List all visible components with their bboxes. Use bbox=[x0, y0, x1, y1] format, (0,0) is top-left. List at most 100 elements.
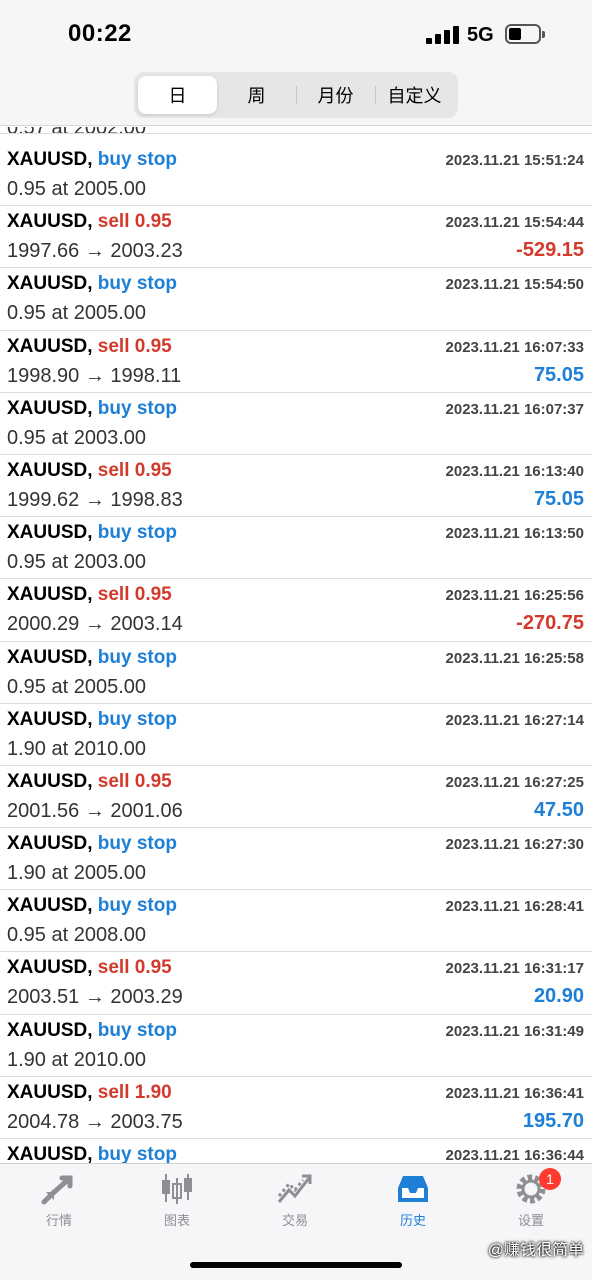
order-action: sell 0.95 bbox=[97, 770, 172, 792]
symbol: XAUUSD, bbox=[7, 770, 93, 792]
order-description: 1997.66 → 2003.23 bbox=[7, 240, 183, 263]
order-description: 0.95 at 2005.00 bbox=[7, 675, 147, 698]
order-time: 2023.11.21 16:27:30 bbox=[445, 836, 584, 854]
list-item[interactable]: XAUUSD, buy stop 2023.11.21 16:36:44 bbox=[0, 1139, 592, 1163]
period-segmented-control: 日 周 月份 自定义 bbox=[134, 72, 458, 118]
order-description: 0.95 at 2003.00 bbox=[7, 426, 147, 449]
order-action: buy stop bbox=[97, 646, 177, 668]
order-title: XAUUSD, sell 0.95 bbox=[7, 460, 172, 482]
watermark: @赚钱很简单 bbox=[487, 1242, 584, 1259]
list-item[interactable]: XAUUSD, sell 0.95 2023.11.21 16:13:40 1999… bbox=[0, 455, 592, 518]
trade-chart-icon bbox=[277, 1174, 312, 1203]
order-title: XAUUSD, buy stop bbox=[7, 833, 177, 855]
list-item[interactable]: XAUUSD, buy stop 2023.11.21 15:51:24 0.95 … bbox=[0, 144, 592, 207]
symbol: XAUUSD, bbox=[7, 211, 93, 233]
list-item[interactable]: XAUUSD, buy stop 2023.11.21 16:31:49 1.90 … bbox=[0, 1015, 592, 1077]
tab-week[interactable]: 周 bbox=[217, 76, 296, 114]
symbol: XAUUSD, bbox=[7, 708, 93, 730]
nav-history[interactable]: 历史 bbox=[368, 1172, 458, 1229]
profit-value: -270.75 bbox=[516, 612, 584, 635]
network-type: 5G bbox=[467, 24, 494, 46]
symbol: XAUUSD, bbox=[7, 646, 93, 668]
order-description: 2001.56 → 2001.06 bbox=[7, 799, 183, 822]
nav-quotes[interactable]: 行情 bbox=[14, 1172, 104, 1229]
list-item[interactable]: XAUUSD, sell 0.95 2023.11.21 16:31:17 2003… bbox=[0, 952, 592, 1015]
profit-value: -529.15 bbox=[516, 239, 584, 262]
order-title: XAUUSD, sell 0.95 bbox=[7, 211, 172, 233]
home-indicator bbox=[190, 1262, 402, 1268]
order-time: 2023.11.21 16:27:25 bbox=[445, 773, 584, 791]
list-item[interactable]: XAUUSD, buy stop 2023.11.21 16:27:30 1.90 … bbox=[0, 828, 592, 891]
list-item[interactable]: XAUUSD, sell 0.95 2023.11.21 16:27:25 2001… bbox=[0, 766, 592, 829]
order-description: 0.95 at 2005.00 bbox=[7, 302, 147, 325]
order-title: XAUUSD, buy stop bbox=[7, 895, 177, 917]
profit-value: 195.70 bbox=[522, 1109, 584, 1132]
order-description: 0.95 at 2005.00 bbox=[7, 178, 147, 200]
symbol: XAUUSD, bbox=[7, 522, 93, 544]
profit-value: 47.50 bbox=[533, 798, 584, 821]
list-item[interactable]: XAUUSD, buy stop 2023.11.21 16:07:37 0.95 … bbox=[0, 393, 592, 455]
order-time: 2023.11.21 16:27:14 bbox=[445, 711, 584, 729]
order-time: 2023.11.21 16:25:56 bbox=[445, 587, 584, 605]
order-action: buy stop bbox=[97, 273, 177, 295]
order-description: 2003.51 → 2003.29 bbox=[7, 986, 183, 1009]
profit-value: 20.90 bbox=[533, 985, 584, 1008]
history-list[interactable]: 0.57 at 2002.00 XAUUSD, buy stop 2023.11.… bbox=[0, 127, 592, 1163]
nav-quotes-label: 行情 bbox=[45, 1213, 72, 1228]
order-title: XAUUSD, sell 0.95 bbox=[7, 957, 172, 979]
order-title: XAUUSD, sell 0.95 bbox=[7, 771, 172, 793]
status-bar: 00:22 5G bbox=[0, 0, 592, 64]
order-title: XAUUSD, buy stop bbox=[7, 647, 177, 669]
order-time: 2023.11.21 16:07:37 bbox=[445, 400, 584, 418]
order-title: XAUUSD, buy stop bbox=[7, 1020, 177, 1042]
order-action: sell 1.90 bbox=[97, 1081, 172, 1103]
list-item[interactable]: XAUUSD, sell 1.90 2023.11.21 16:36:41 2004… bbox=[0, 1077, 592, 1139]
symbol: XAUUSD, bbox=[7, 1019, 93, 1041]
order-time: 2023.11.21 15:54:50 bbox=[445, 276, 584, 294]
order-title: XAUUSD, buy stop bbox=[7, 149, 177, 171]
order-title: XAUUSD, buy stop bbox=[7, 522, 177, 544]
list-item[interactable]: XAUUSD, buy stop 2023.11.21 16:25:58 0.95 … bbox=[0, 642, 592, 704]
order-action: buy stop bbox=[97, 397, 177, 419]
order-time: 2023.11.21 16:07:33 bbox=[445, 338, 584, 356]
list-item[interactable]: XAUUSD, sell 0.95 2023.11.21 16:07:33 1998… bbox=[0, 331, 592, 393]
nav-trade[interactable]: 交易 bbox=[250, 1172, 340, 1229]
tab-month[interactable]: 月份 bbox=[296, 76, 375, 114]
symbol: XAUUSD, bbox=[7, 1081, 93, 1103]
order-description: 2000.29 → 2003.14 bbox=[7, 613, 183, 636]
order-time: 2023.11.21 16:13:40 bbox=[445, 462, 584, 480]
order-action: buy stop bbox=[97, 708, 177, 730]
list-item[interactable]: XAUUSD, buy stop 2023.11.21 16:27:14 1.90 … bbox=[0, 704, 592, 766]
tab-custom[interactable]: 自定义 bbox=[375, 76, 454, 114]
profit-value: 75.05 bbox=[533, 487, 584, 510]
list-item[interactable]: XAUUSD, buy stop 2023.11.21 15:54:50 0.95 … bbox=[0, 268, 592, 331]
nav-charts[interactable]: 图表 bbox=[132, 1172, 222, 1229]
order-title: XAUUSD, buy stop bbox=[7, 709, 177, 731]
candlestick-chart-icon bbox=[162, 1174, 192, 1204]
order-time: 2023.11.21 15:51:24 bbox=[445, 152, 584, 169]
list-item[interactable]: XAUUSD, sell 0.95 2023.11.21 16:25:56 2000… bbox=[0, 579, 592, 642]
order-time: 2023.11.21 16:28:41 bbox=[445, 898, 584, 916]
order-title: XAUUSD, sell 1.90 bbox=[7, 1082, 172, 1104]
symbol: XAUUSD, bbox=[7, 335, 93, 357]
tab-day[interactable]: 日 bbox=[138, 76, 217, 114]
list-item[interactable]: XAUUSD, buy stop 2023.11.21 16:28:41 0.95 … bbox=[0, 890, 592, 953]
nav-charts-label: 图表 bbox=[163, 1213, 190, 1228]
list-item[interactable]: 0.57 at 2002.00 bbox=[0, 127, 592, 143]
period-filter-bar: 日 周 月份 自定义 bbox=[0, 64, 592, 126]
order-action: buy stop bbox=[97, 895, 177, 917]
order-title: XAUUSD, buy stop bbox=[7, 273, 177, 295]
order-action: sell 0.95 bbox=[97, 335, 172, 357]
profit-value: 75.05 bbox=[533, 363, 584, 386]
order-action: sell 0.95 bbox=[97, 211, 172, 233]
nav-settings[interactable]: 1 设置 bbox=[486, 1168, 576, 1229]
history-inbox-icon bbox=[398, 1176, 428, 1202]
status-time: 00:22 bbox=[68, 20, 132, 47]
order-title: XAUUSD, sell 0.95 bbox=[7, 584, 172, 606]
order-action: buy stop bbox=[97, 833, 177, 855]
symbol: XAUUSD, bbox=[7, 584, 93, 606]
symbol: XAUUSD, bbox=[7, 1144, 93, 1163]
list-item[interactable]: XAUUSD, buy stop 2023.11.21 16:13:50 0.95 … bbox=[0, 517, 592, 580]
list-item[interactable]: XAUUSD, sell 0.95 2023.11.21 15:54:44 1997… bbox=[0, 206, 592, 269]
symbol: XAUUSD, bbox=[7, 833, 93, 855]
